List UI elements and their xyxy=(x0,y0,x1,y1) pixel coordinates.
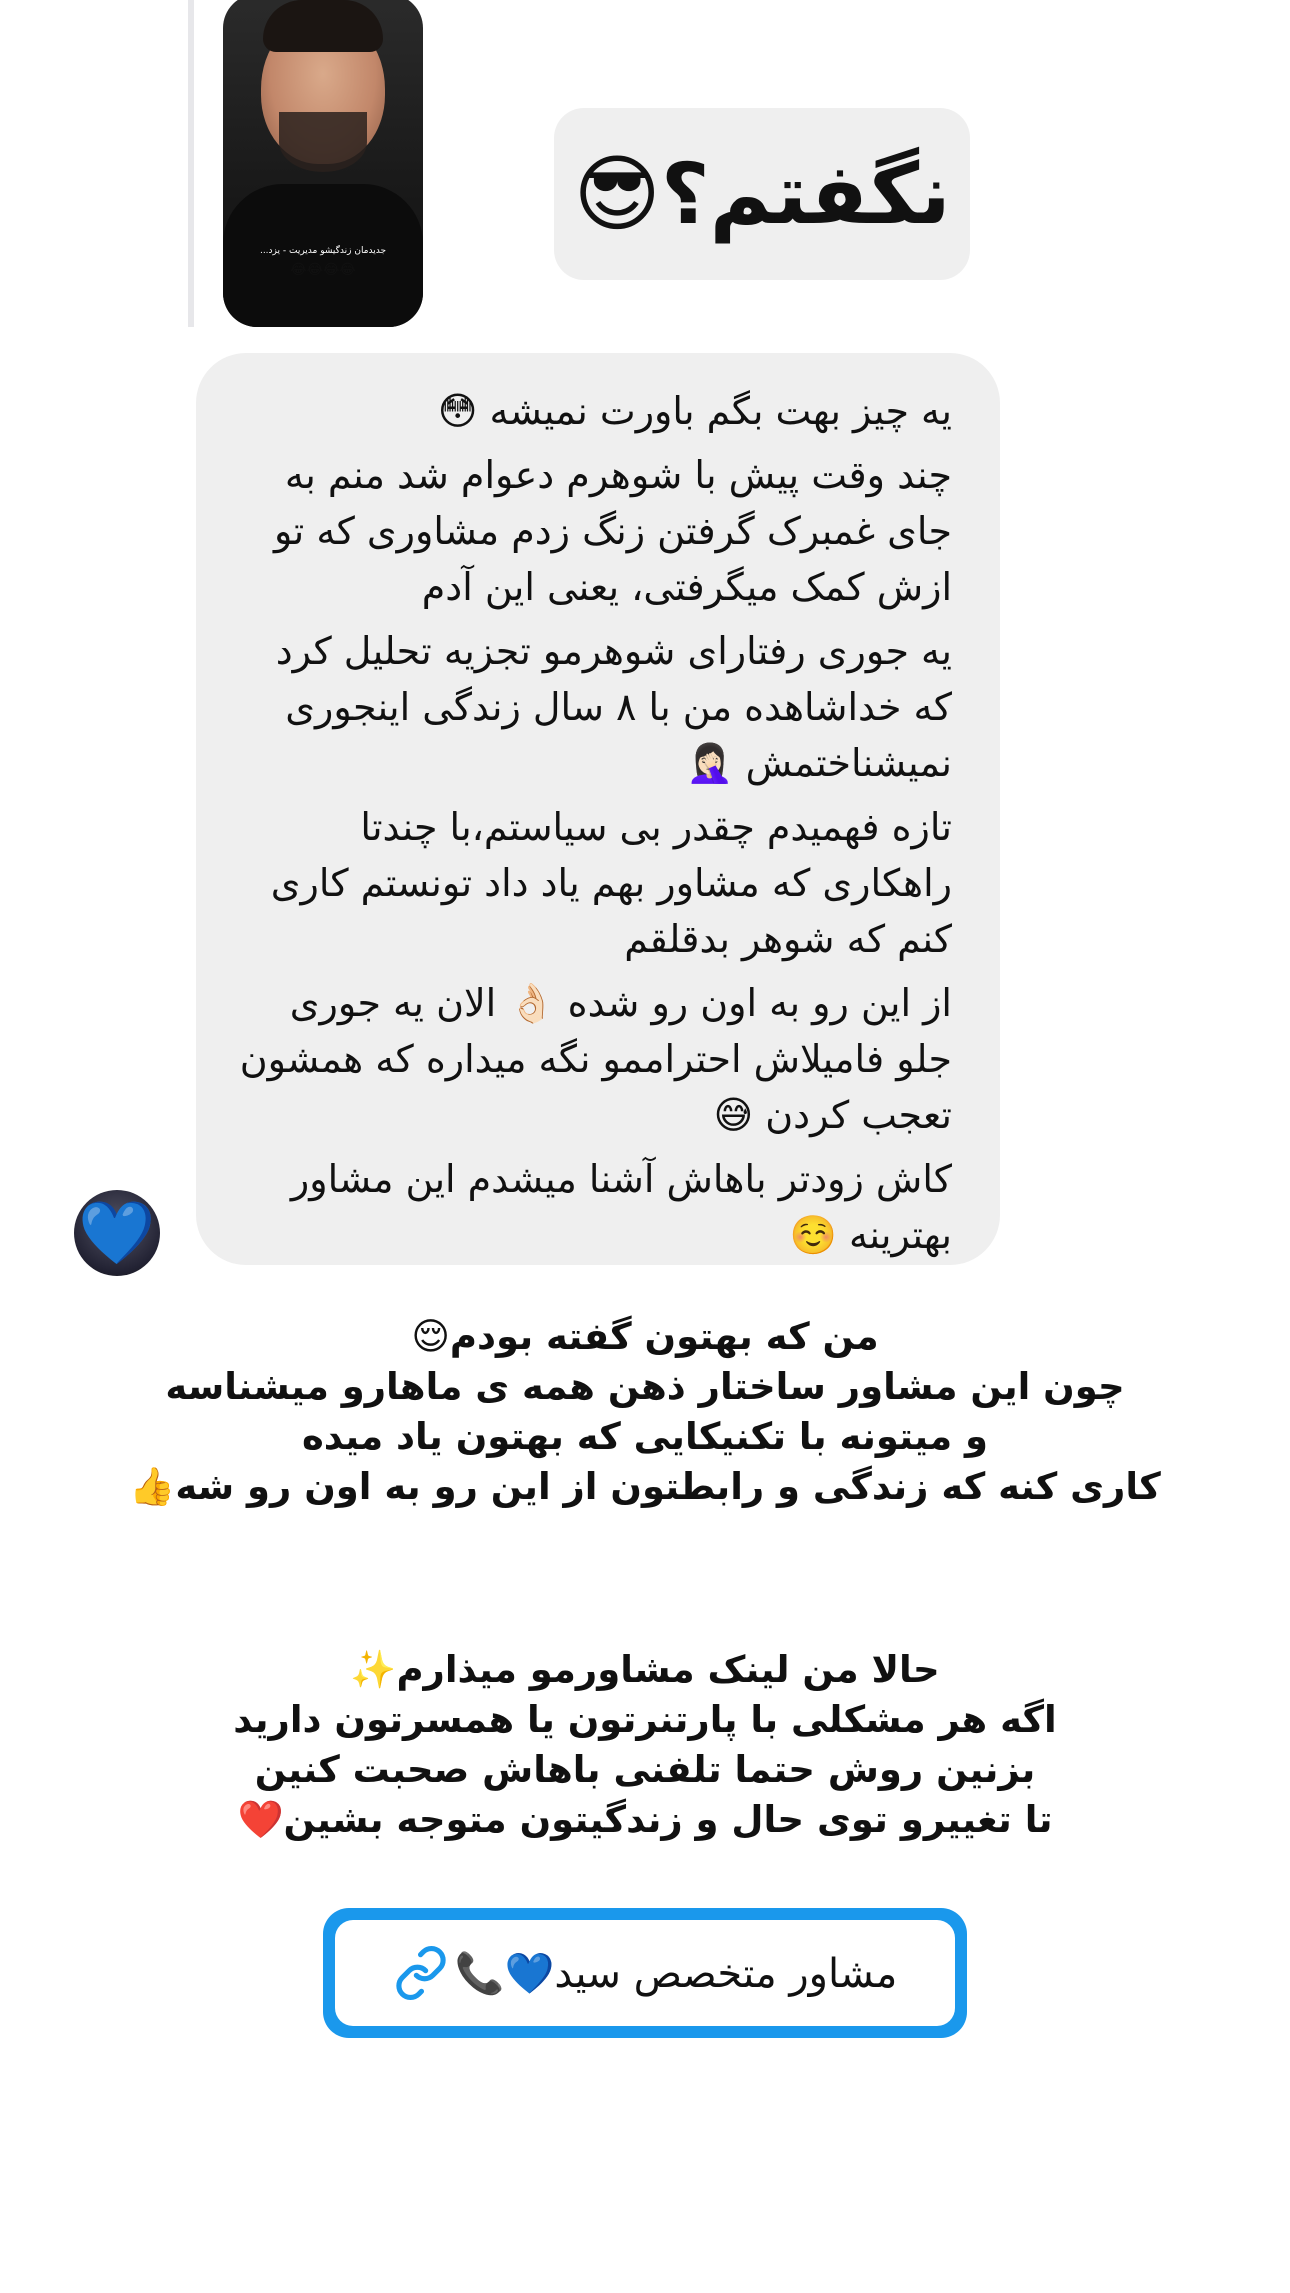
story-reply-bubble: نگفتم؟😎 xyxy=(554,108,970,280)
message-bubble: یه چیز بهت بگم باورت نمیشه 😳 چند وقت پیش… xyxy=(196,353,1000,1265)
caption-line: چون این مشاور ساختار ذهن همه ی ماهارو می… xyxy=(165,1365,1125,1408)
caption-line: حالا من لینک مشاورمو میذارم✨ xyxy=(350,1648,940,1691)
caption-line: اگه هر مشکلی با پارتنرتون یا همسرتون دار… xyxy=(233,1698,1057,1741)
sender-avatar[interactable]: 💙 xyxy=(74,1190,160,1276)
blue-heart-icon: 💙 xyxy=(78,1196,156,1269)
story-person-beard xyxy=(279,112,367,172)
message-line: یه جوری رفتارای شوهرمو تجزیه تحلیل کرد ک… xyxy=(275,629,952,785)
caption-line: و میتونه با تکنیکایی که بهتون یاد میده xyxy=(301,1415,989,1458)
caption-line: تا تغییرو توی حال و زندگیتون متوجه بشین❤… xyxy=(237,1798,1053,1841)
story-person-hair xyxy=(263,0,383,52)
caption-line: بزنین روش حتما تلفنی باهاش صحبت کنین xyxy=(254,1748,1036,1791)
story-thumb-emojis: 😂😂😂😂 xyxy=(290,262,356,278)
link-button-inner[interactable]: مشاور متخصص سید💙📞 xyxy=(335,1920,955,2026)
link-icon xyxy=(396,1946,446,2000)
message-line: از این رو به اون رو شده 👌🏻 الان یه جوری … xyxy=(239,981,952,1137)
link-button-label: مشاور متخصص سید💙📞 xyxy=(454,1950,898,1997)
message-line: یه چیز بهت بگم باورت نمیشه 😳 xyxy=(437,389,952,433)
story-thumbnail[interactable]: ...جدیدمان زندگیشو مدیریت - یزد 😂😂😂😂 xyxy=(223,0,423,327)
message-line: تازه فهمیدم چقدر بی سیاستم،با چندتا راهک… xyxy=(270,805,952,961)
story-thumb-caption: ...جدیدمان زندگیشو مدیریت - یزد xyxy=(259,246,387,256)
story-reply-line xyxy=(188,0,194,327)
consultant-link-button[interactable]: مشاور متخصص سید💙📞 xyxy=(323,1908,967,2038)
message-line: کاش زودتر باهاش آشنا میشدم این مشاور بهت… xyxy=(290,1157,952,1257)
caption-line: کاری کنه که زندگی و رابطتون از این رو به… xyxy=(129,1465,1161,1508)
caption-text-1: من که بهتون گفته بودم😌 چون این مشاور ساخ… xyxy=(0,1312,1290,1512)
caption-text-2: حالا من لینک مشاورمو میذارم✨ اگه هر مشکل… xyxy=(0,1645,1290,1845)
caption-line: من که بهتون گفته بودم😌 xyxy=(411,1315,879,1358)
message-line: چند وقت پیش با شوهرم دعوام شد منم به جای… xyxy=(274,453,952,609)
